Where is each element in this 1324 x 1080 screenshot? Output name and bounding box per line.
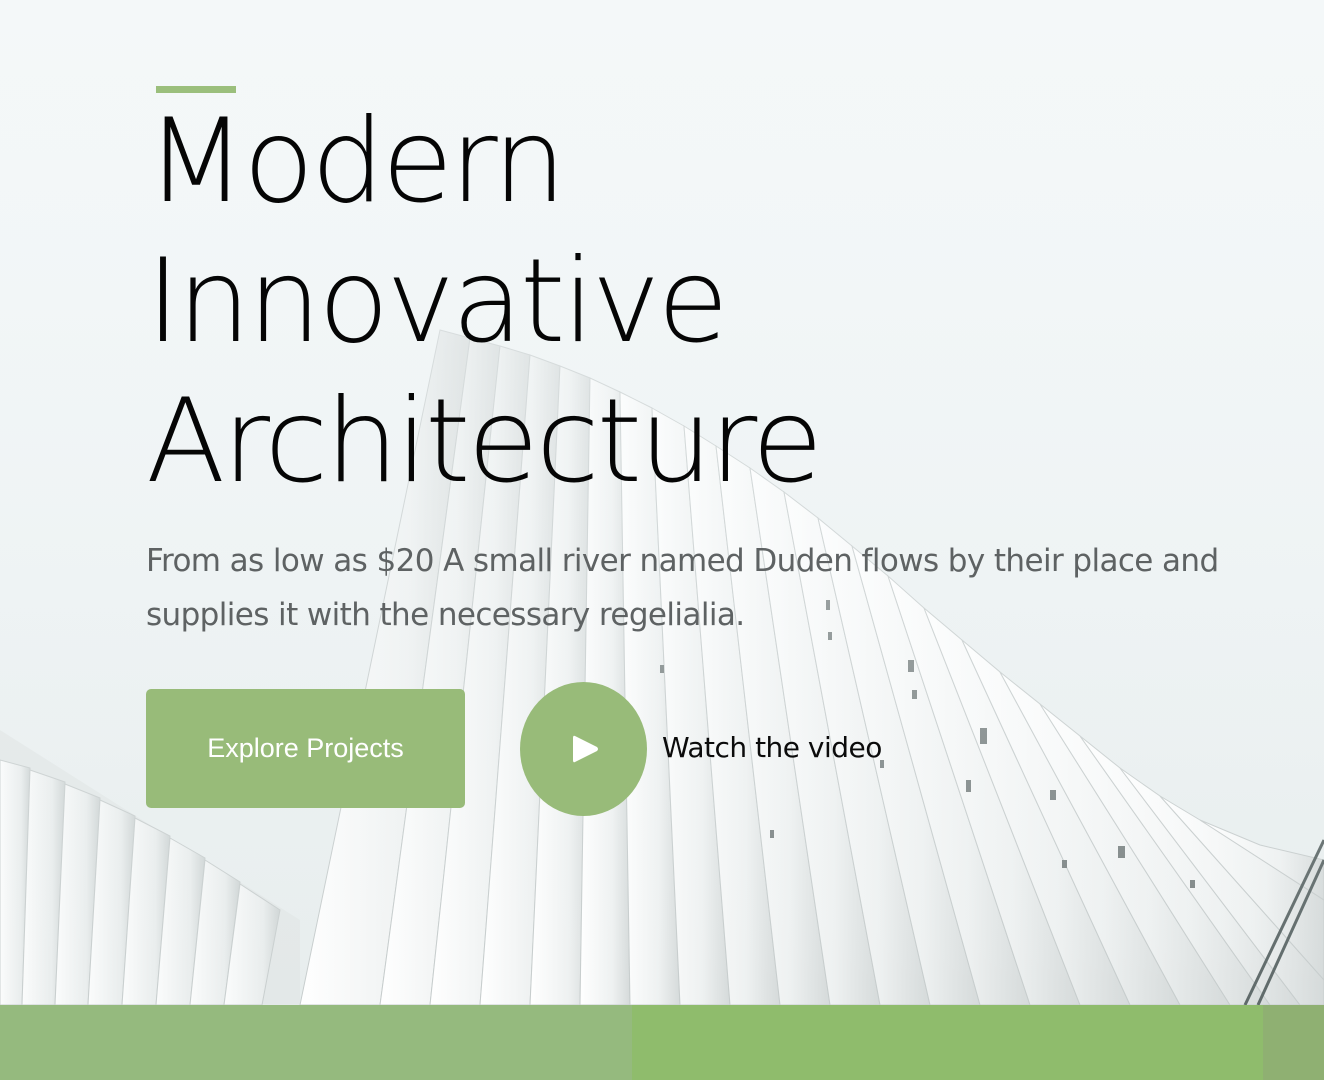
headline-line-3: Architecture bbox=[146, 374, 823, 509]
play-icon bbox=[572, 735, 598, 763]
explore-projects-button[interactable]: Explore Projects bbox=[146, 689, 465, 808]
strip-segment-2 bbox=[632, 1005, 1263, 1080]
strip-segment-3 bbox=[1263, 1005, 1324, 1080]
headline-line-1: Modern bbox=[146, 94, 566, 229]
watch-video-link[interactable]: Watch the video bbox=[662, 728, 882, 768]
headline-line-2: Innovative bbox=[146, 234, 729, 369]
bottom-color-strip bbox=[0, 1005, 1324, 1080]
hero-headline: Modern Innovative Architecture bbox=[146, 92, 823, 512]
strip-segment-1 bbox=[0, 1005, 632, 1080]
play-video-button[interactable] bbox=[520, 682, 647, 816]
hero-section: Modern Innovative Architecture From as l… bbox=[0, 0, 1324, 1005]
hero-subtitle: From as low as $20 A small river named D… bbox=[146, 543, 1219, 633]
